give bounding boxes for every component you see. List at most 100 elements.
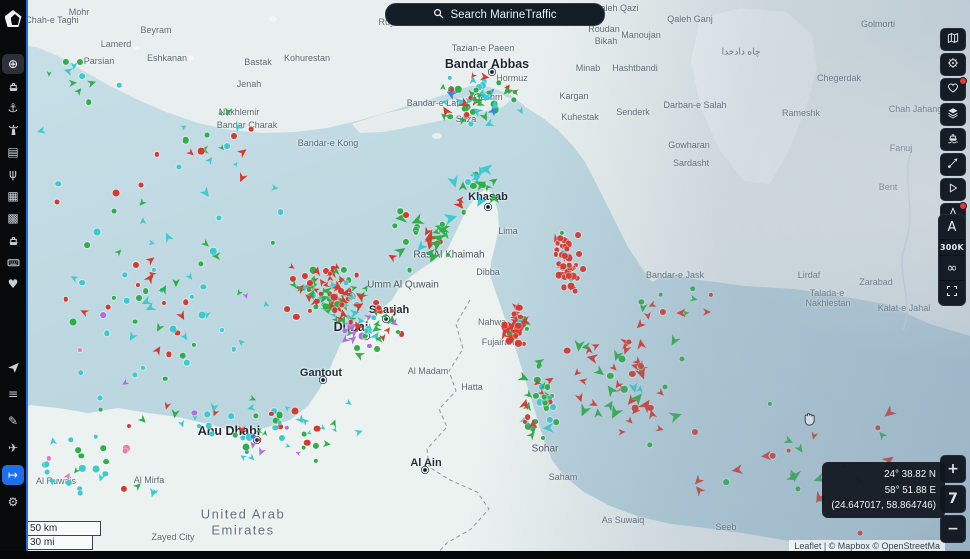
city-port-marker[interactable] bbox=[421, 466, 429, 474]
vessel-marker[interactable] bbox=[540, 436, 545, 441]
sidebar-item-settings[interactable]: ⚙ bbox=[2, 492, 24, 512]
vessel-marker[interactable] bbox=[679, 356, 685, 362]
vessel-marker[interactable] bbox=[542, 401, 548, 406]
vessel-marker[interactable] bbox=[123, 297, 131, 304]
vessel-marker[interactable] bbox=[142, 288, 149, 295]
vessel-marker[interactable] bbox=[79, 279, 85, 286]
vessel-marker[interactable] bbox=[79, 73, 86, 79]
sidebar-item-photo-card[interactable]: ▤ bbox=[2, 142, 24, 162]
layers-button[interactable] bbox=[940, 103, 966, 126]
vessel-marker[interactable] bbox=[364, 328, 370, 334]
sidebar-item-ais-antenna[interactable]: ψ bbox=[2, 164, 24, 184]
vessel-marker[interactable] bbox=[474, 87, 479, 93]
vessel-marker[interactable] bbox=[563, 347, 571, 354]
vessel-marker[interactable] bbox=[541, 394, 547, 400]
vessel-marker[interactable] bbox=[69, 318, 77, 326]
vessel-marker[interactable] bbox=[689, 285, 696, 292]
vessel-marker[interactable] bbox=[330, 293, 338, 301]
vessel-marker[interactable] bbox=[572, 288, 578, 294]
vessel-marker[interactable] bbox=[857, 530, 863, 536]
sidebar-item-vessels[interactable] bbox=[2, 76, 24, 96]
vessel-marker[interactable] bbox=[233, 432, 238, 438]
vessel-marker[interactable] bbox=[544, 383, 551, 390]
vessel-marker[interactable] bbox=[198, 147, 205, 155]
vessel-marker[interactable] bbox=[182, 299, 189, 306]
vessel-marker[interactable] bbox=[100, 445, 106, 451]
vessel-marker[interactable] bbox=[575, 231, 581, 238]
vessel-marker[interactable] bbox=[242, 443, 250, 451]
vessel-marker[interactable] bbox=[566, 263, 572, 268]
vessel-marker[interactable] bbox=[303, 439, 311, 447]
vessel-marker[interactable] bbox=[198, 311, 206, 319]
vessel-marker[interactable] bbox=[557, 235, 564, 241]
vessel-marker[interactable] bbox=[92, 465, 100, 473]
vessel-marker[interactable] bbox=[618, 355, 626, 363]
sidebar-item-air-traffic[interactable]: ✈ bbox=[2, 438, 24, 458]
vessel-marker[interactable] bbox=[44, 461, 50, 467]
sidebar-item-explore-map[interactable]: ⊕ bbox=[2, 54, 24, 74]
map-style-button[interactable] bbox=[940, 28, 966, 51]
vessel-marker[interactable] bbox=[85, 99, 92, 106]
vessel-marker[interactable] bbox=[169, 325, 177, 333]
vessel-marker[interactable] bbox=[313, 425, 321, 432]
fullscreen-button[interactable] bbox=[939, 280, 965, 305]
vessel-marker[interactable] bbox=[348, 320, 353, 325]
weather-button[interactable] bbox=[940, 128, 966, 151]
sidebar-item-dashboard[interactable] bbox=[2, 252, 24, 272]
vessel-marker[interactable] bbox=[580, 266, 587, 273]
vessel-marker[interactable] bbox=[54, 199, 60, 205]
vessel-marker[interactable] bbox=[276, 411, 284, 419]
vessel-marker[interactable] bbox=[224, 143, 231, 150]
vessel-marker[interactable] bbox=[407, 267, 412, 273]
vessel-marker[interactable] bbox=[447, 113, 453, 120]
vessel-marker[interactable] bbox=[84, 241, 91, 248]
voyage-planner-button[interactable] bbox=[940, 53, 966, 76]
vessel-marker[interactable] bbox=[98, 407, 103, 412]
vessel-marker[interactable] bbox=[301, 432, 307, 437]
vessel-marker[interactable] bbox=[75, 447, 81, 454]
vessel-marker[interactable] bbox=[138, 182, 144, 188]
sidebar-item-photos[interactable]: ▦ bbox=[2, 186, 24, 206]
map-labels-toggle[interactable]: A bbox=[939, 215, 965, 239]
sidebar-item-sign-in[interactable]: ↦ bbox=[2, 465, 24, 485]
vessel-count-badge[interactable]: 300K bbox=[939, 239, 965, 255]
vessel-marker[interactable] bbox=[97, 395, 103, 401]
vessel-marker[interactable] bbox=[576, 250, 583, 257]
vessel-marker[interactable] bbox=[162, 376, 168, 382]
vessel-marker[interactable] bbox=[135, 294, 142, 301]
vessel-marker[interactable] bbox=[182, 137, 190, 144]
vessel-marker[interactable] bbox=[228, 412, 235, 419]
vessel-marker[interactable] bbox=[331, 307, 338, 314]
vessel-marker[interactable] bbox=[93, 228, 101, 236]
sidebar-item-ports[interactable]: ⚓ bbox=[2, 98, 24, 118]
vessel-marker[interactable] bbox=[103, 458, 109, 465]
vessel-marker[interactable] bbox=[353, 345, 360, 352]
vessel-marker[interactable] bbox=[44, 470, 50, 475]
sidebar-item-notes[interactable]: ✎ bbox=[2, 411, 24, 431]
density-maps-toggle[interactable]: ∞ bbox=[939, 255, 965, 280]
vessel-marker[interactable] bbox=[277, 209, 284, 216]
sidebar-item-gallery[interactable]: ▩ bbox=[2, 208, 24, 228]
vessel-marker[interactable] bbox=[486, 90, 492, 95]
measure-route-button[interactable] bbox=[940, 153, 966, 176]
vessel-marker[interactable] bbox=[468, 121, 474, 127]
sidebar-item-stations[interactable] bbox=[2, 120, 24, 140]
vessel-marker[interactable] bbox=[461, 209, 466, 215]
vessel-marker[interactable] bbox=[248, 127, 254, 132]
vessel-marker[interactable] bbox=[658, 292, 663, 297]
vessel-marker[interactable] bbox=[362, 333, 368, 339]
vessel-marker[interactable] bbox=[204, 132, 210, 138]
vessel-marker[interactable] bbox=[402, 212, 409, 219]
sidebar-item-lists[interactable]: ≡ bbox=[2, 384, 24, 404]
vessel-marker[interactable] bbox=[786, 448, 792, 453]
vessel-marker[interactable] bbox=[100, 312, 107, 318]
vessel-marker[interactable] bbox=[769, 452, 776, 459]
vessel-marker[interactable] bbox=[112, 189, 120, 197]
vessel-marker[interactable] bbox=[116, 82, 122, 88]
city-port-marker[interactable] bbox=[484, 203, 492, 211]
vessel-marker[interactable] bbox=[291, 407, 299, 415]
city-port-marker[interactable] bbox=[319, 376, 327, 384]
sidebar-item-share[interactable] bbox=[2, 357, 24, 377]
vessel-marker[interactable] bbox=[179, 352, 186, 359]
vessel-marker[interactable] bbox=[277, 420, 283, 426]
